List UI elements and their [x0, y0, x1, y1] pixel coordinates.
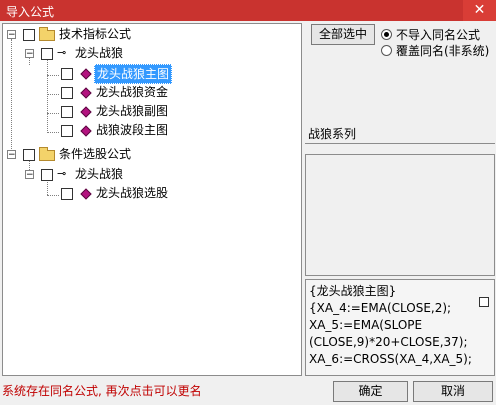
group-checkbox[interactable] — [23, 149, 35, 161]
tree-item[interactable]: 龙头战狼选股 — [3, 184, 293, 202]
code-preview: {龙头战狼主图} {XA_4:=EMA(CLOSE,2); XA_5:=EMA(… — [309, 283, 472, 368]
tree-item[interactable]: 龙头战狼资金 — [3, 83, 293, 101]
formula-icon — [80, 68, 92, 80]
description-box — [305, 154, 495, 276]
tree-item-label: 战狼波段主图 — [96, 123, 169, 137]
radio-overwrite[interactable] — [381, 45, 392, 56]
formula-icon — [80, 125, 92, 137]
series-line — [305, 143, 495, 144]
tree-group-screen[interactable]: − 条件选股公式 — [3, 145, 293, 163]
item-checkbox[interactable] — [61, 125, 73, 137]
code-checkbox[interactable] — [479, 297, 489, 307]
tree-item-label: 龙头战狼资金 — [96, 85, 169, 99]
radio-label: 不导入同名公式 — [396, 28, 481, 42]
formula-tree[interactable]: − 技术指标公式 − ⊸ 龙头战狼 龙头战狼主图 龙头战狼资金 龙头战狼副图 战… — [2, 23, 302, 376]
tree-item-label: 龙头战狼主图 — [94, 64, 173, 84]
tree-set[interactable]: − ⊸ 龙头战狼 — [3, 44, 293, 62]
expand-toggle[interactable]: − — [7, 150, 16, 160]
expand-toggle[interactable]: − — [7, 30, 16, 40]
tree-group-tech[interactable]: − 技术指标公式 — [3, 25, 293, 43]
code-line: {龙头战狼主图} — [309, 284, 397, 298]
item-checkbox[interactable] — [61, 68, 73, 80]
group-checkbox[interactable] — [23, 29, 35, 41]
cancel-button[interactable]: 取消 — [413, 381, 493, 402]
window-title: 导入公式 — [6, 5, 55, 19]
folder-icon — [39, 147, 55, 161]
code-line: XA_6:=CROSS(XA_4,XA_5); — [309, 352, 472, 366]
title-bar: 导入公式 ✕ — [0, 0, 496, 21]
item-checkbox[interactable] — [61, 188, 73, 200]
code-line: {XA_4:=EMA(CLOSE,2); — [309, 301, 452, 315]
folder-icon — [39, 27, 55, 41]
tree-item[interactable]: 战狼波段主图 — [3, 121, 293, 139]
formula-icon — [80, 106, 92, 118]
key-icon: ⊸ — [57, 46, 67, 59]
expand-toggle[interactable]: − — [25, 49, 34, 59]
close-icon[interactable]: ✕ — [463, 0, 496, 21]
tree-group-label: 条件选股公式 — [59, 147, 132, 161]
radio-label: 覆盖同名(非系统) — [396, 44, 490, 58]
item-checkbox[interactable] — [61, 87, 73, 99]
expand-toggle[interactable]: − — [25, 170, 34, 180]
set-checkbox[interactable] — [41, 48, 53, 60]
tree-set-label: 龙头战狼 — [75, 46, 124, 60]
key-icon: ⊸ — [57, 167, 67, 180]
tree-group-label: 技术指标公式 — [59, 27, 132, 41]
tree-item-label: 龙头战狼副图 — [96, 104, 169, 118]
tree-item[interactable]: 龙头战狼副图 — [3, 102, 293, 120]
ok-button[interactable]: 确定 — [333, 381, 408, 402]
code-line: (CLOSE,9)*20+CLOSE,37); — [309, 335, 468, 349]
select-all-button[interactable]: 全部选中 — [311, 24, 375, 45]
status-message: 系统存在同名公式, 再次点击可以更名 — [2, 384, 202, 398]
formula-icon — [80, 188, 92, 200]
set-checkbox[interactable] — [41, 169, 53, 181]
item-checkbox[interactable] — [61, 106, 73, 118]
code-line: XA_5:=EMA(SLOPE — [309, 318, 423, 332]
tree-item-label: 龙头战狼选股 — [96, 186, 169, 200]
tree-set-label: 龙头战狼 — [75, 167, 124, 181]
tree-item[interactable]: 龙头战狼主图 — [3, 64, 293, 84]
formula-icon — [80, 87, 92, 99]
series-label: 战狼系列 — [308, 127, 357, 141]
radio-skip-duplicates[interactable] — [381, 29, 392, 40]
tree-set[interactable]: − ⊸ 龙头战狼 — [3, 165, 293, 183]
